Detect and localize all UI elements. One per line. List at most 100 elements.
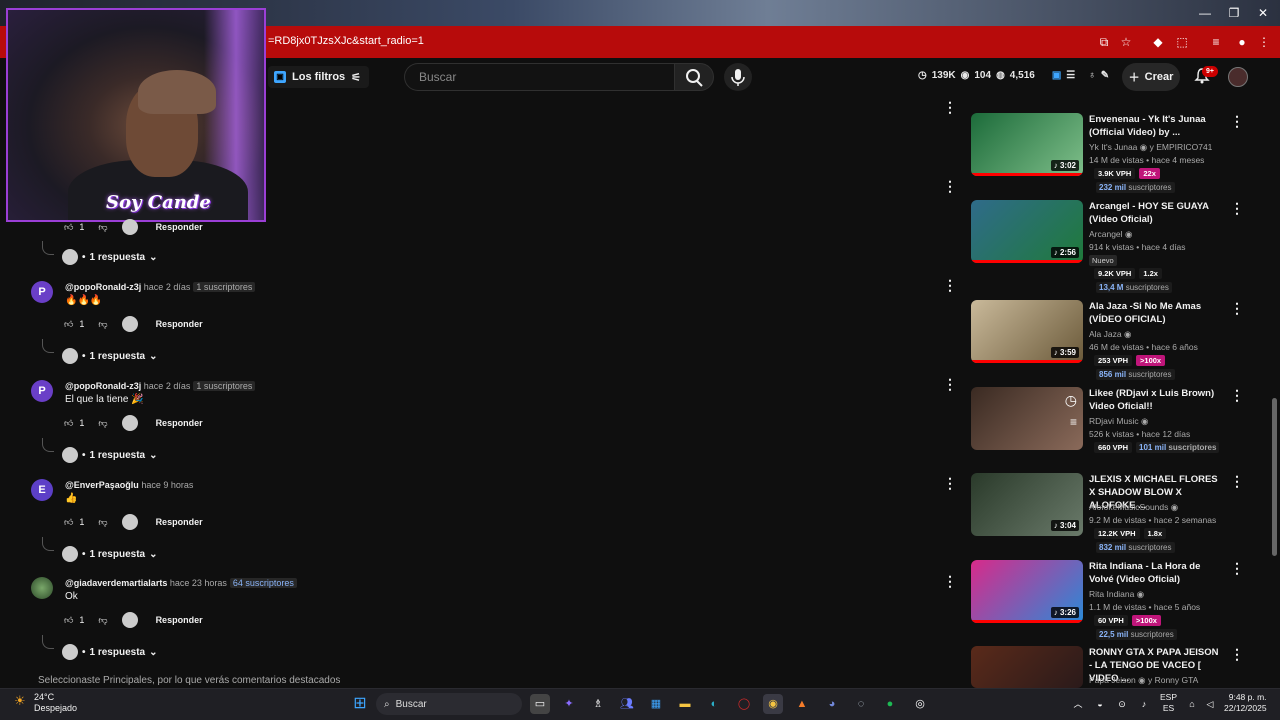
thumb-up-icon[interactable]: 👍︎	[64, 615, 73, 626]
more-options-icon[interactable]: ⋮	[943, 476, 957, 490]
tray-app-icon[interactable]: ◒	[1090, 694, 1110, 714]
url-text[interactable]: =RD8jx0TJzsXJc&start_radio=1	[268, 35, 424, 47]
replies-toggle[interactable]: • 1 respuesta ⌄	[62, 546, 158, 562]
video-channel[interactable]: AlofokeMusicSounds ◉	[1089, 502, 1178, 513]
playlist-icon[interactable]: ≡	[1208, 34, 1224, 50]
thumb-up-icon[interactable]: 👍︎	[64, 222, 73, 233]
reply-button[interactable]: Responder	[156, 222, 203, 232]
list-icon[interactable]: ☰	[1066, 70, 1075, 81]
tray-mic-icon[interactable]: ♪	[1134, 694, 1154, 714]
account-avatar[interactable]	[1228, 67, 1248, 87]
more-options-icon[interactable]: ⋮	[943, 377, 957, 391]
comment-time[interactable]: hace 9 horas	[141, 480, 193, 490]
thumb-down-icon[interactable]: 👎︎	[98, 517, 107, 528]
video-thumbnail[interactable]: ◷ ≡	[971, 387, 1083, 450]
comment-author[interactable]: @popoRonald-z3j	[65, 282, 141, 292]
channel-name[interactable]: Ala Jaza	[1089, 329, 1122, 339]
network-icon[interactable]: ⌂	[1182, 694, 1202, 714]
edge-icon[interactable]: ◐	[704, 694, 724, 714]
profile-icon[interactable]: ●	[1234, 34, 1250, 50]
comment-avatar[interactable]: E	[31, 479, 53, 501]
video-thumbnail[interactable]: ♪ 3:04	[971, 473, 1083, 536]
replies-toggle[interactable]: • 1 respuesta ⌄	[62, 447, 158, 463]
comment-author[interactable]: @EnverPaşaoğlu	[65, 480, 139, 490]
channel-name[interactable]: Yk It's Junaa	[1089, 142, 1137, 152]
chrome-icon[interactable]: ◉	[763, 694, 783, 714]
discord-icon[interactable]: ◕	[822, 694, 842, 714]
video-title[interactable]: Likee (RDjavi x Luis Brown) Video Oficia…	[1089, 387, 1224, 413]
replies-toggle[interactable]: • 1 respuesta ⌄	[62, 644, 158, 660]
windows-start-icon[interactable]: ⊞	[350, 694, 370, 714]
channel-name[interactable]: Arcangel	[1089, 229, 1123, 239]
video-menu-icon[interactable]: ⋮	[1230, 561, 1244, 575]
task-view-icon[interactable]: ▭	[530, 694, 550, 714]
thumb-down-icon[interactable]: 👎︎	[98, 418, 107, 429]
video-title[interactable]: Rita Indiana - La Hora de Volvé (Video O…	[1089, 560, 1224, 586]
thumb-down-icon[interactable]: 👎︎	[98, 319, 107, 330]
video-menu-icon[interactable]: ⋮	[1230, 388, 1244, 402]
channel-name[interactable]: Papa Jeison	[1089, 675, 1136, 685]
add-to-queue-icon[interactable]: ≡	[1070, 415, 1077, 429]
file-explorer-icon[interactable]: ▬	[675, 694, 695, 714]
more-options-icon[interactable]: ⋮	[943, 574, 957, 588]
comment-author[interactable]: @giadaverdemartialarts	[65, 578, 167, 588]
channel-name[interactable]: Rita Indiana	[1089, 589, 1134, 599]
install-icon[interactable]: ⧉	[1096, 34, 1112, 50]
video-menu-icon[interactable]: ⋮	[1230, 201, 1244, 215]
language-indicator[interactable]: ESP ES	[1160, 692, 1177, 714]
channel-extra[interactable]: y Ronny GTA	[1148, 675, 1198, 685]
reply-button[interactable]: Responder	[156, 517, 203, 527]
comment-time[interactable]: hace 2 días	[144, 282, 191, 292]
spotify-icon[interactable]: ●	[880, 694, 900, 714]
reply-button[interactable]: Responder	[156, 418, 203, 428]
app-icon[interactable]: ♗	[588, 694, 608, 714]
video-channel[interactable]: Yk It's Junaa ◉ y EMPIRICO741	[1089, 142, 1212, 153]
extension-icon[interactable]: ▣	[1052, 70, 1061, 81]
restore-icon[interactable]: ❐	[1225, 4, 1243, 22]
bookmark-star-icon[interactable]: ☆	[1118, 34, 1134, 50]
opera-icon[interactable]: ◯	[734, 694, 754, 714]
video-title[interactable]: Arcangel - HOY SE GUAYA (Video Oficial)	[1089, 200, 1224, 226]
video-menu-icon[interactable]: ⋮	[1230, 114, 1244, 128]
volume-icon[interactable]: ◁	[1200, 694, 1220, 714]
video-title[interactable]: Ala Jaza -Si No Me Amas (VÍDEO OFICIAL)	[1089, 300, 1224, 326]
teams-icon[interactable]: 👥︎	[617, 694, 637, 714]
comment-author[interactable]: @popoRonald-z3j	[65, 381, 141, 391]
thumb-down-icon[interactable]: 👎︎	[98, 615, 107, 626]
page-scrollbar[interactable]	[1270, 60, 1278, 688]
more-options-icon[interactable]: ⋮	[943, 278, 957, 292]
video-channel[interactable]: Papa Jeison ◉ y Ronny GTA	[1089, 675, 1198, 686]
copilot-icon[interactable]: ✦	[559, 694, 579, 714]
video-channel[interactable]: Arcangel ◉	[1089, 229, 1132, 240]
video-thumbnail[interactable]: ♪ 3:59	[971, 300, 1083, 363]
search-input[interactable]	[419, 70, 659, 84]
store-icon[interactable]: ▦	[646, 694, 666, 714]
browser-menu-icon[interactable]: ⋮	[1256, 34, 1272, 50]
system-clock[interactable]: 9:48 p. m. 22/12/2025	[1224, 692, 1267, 714]
channel-extra[interactable]: y EMPIRICO741	[1150, 142, 1213, 152]
replies-toggle[interactable]: • 1 respuesta ⌄	[62, 348, 158, 364]
steam-icon[interactable]: ◌	[851, 694, 871, 714]
minimize-icon[interactable]: —	[1196, 4, 1214, 22]
thumb-down-icon[interactable]: 👎︎	[98, 222, 107, 233]
podcast-icon[interactable]: ♁	[1088, 70, 1096, 81]
video-title[interactable]: Envenenau - Yk It's Junaa (Official Vide…	[1089, 113, 1224, 139]
watch-later-icon[interactable]: ◷	[1065, 392, 1077, 409]
scrollbar-thumb[interactable]	[1272, 398, 1277, 556]
comment-avatar[interactable]: P	[31, 281, 53, 303]
video-channel[interactable]: RDjavi Music ◉	[1089, 416, 1148, 427]
reply-button[interactable]: Responder	[156, 615, 203, 625]
filters-button[interactable]: ▣ Los filtros ⚟	[268, 66, 370, 88]
create-button[interactable]: ＋ Crear	[1122, 63, 1180, 91]
thumb-up-icon[interactable]: 👍︎	[64, 517, 73, 528]
video-thumbnail[interactable]: ♪ 3:02	[971, 113, 1083, 176]
tray-chevron-icon[interactable]: ︿	[1068, 694, 1088, 714]
comment-time[interactable]: hace 23 horas	[170, 578, 227, 588]
video-menu-icon[interactable]: ⋮	[1230, 474, 1244, 488]
edit-icon[interactable]: ✎	[1101, 70, 1109, 81]
close-icon[interactable]: ✕	[1254, 4, 1272, 22]
video-menu-icon[interactable]: ⋮	[1230, 301, 1244, 315]
thumb-up-icon[interactable]: 👍︎	[64, 418, 73, 429]
video-thumbnail[interactable]: ♪ 3:26	[971, 560, 1083, 623]
channel-name[interactable]: AlofokeMusicSounds	[1089, 502, 1168, 512]
